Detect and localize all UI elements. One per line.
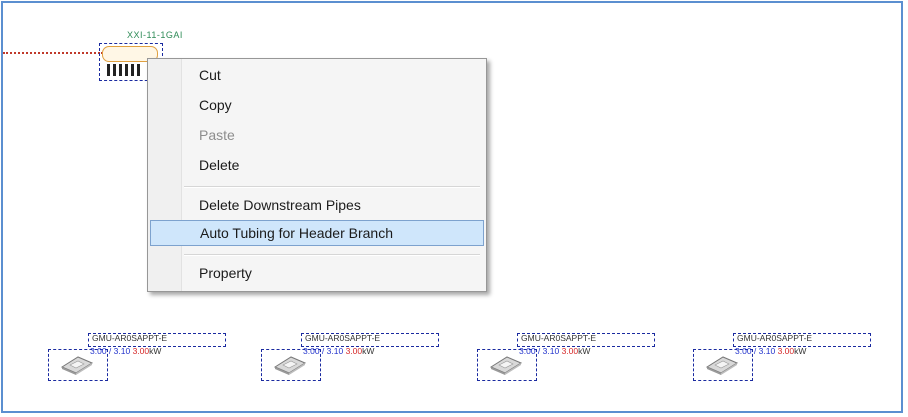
- menu-item-paste: Paste: [199, 127, 235, 143]
- unit-capacity: 3.00 / 3.10 3.00kW: [735, 346, 807, 356]
- unit-capacity: 3.00 / 3.10 3.00kW: [303, 346, 375, 356]
- indoor-unit[interactable]: GMU-AR0SAPPT-E 3.00 / 3.10 3.00kW: [48, 333, 238, 383]
- menu-item-delete-downstream-pipes[interactable]: Delete Downstream Pipes: [150, 192, 484, 218]
- menu-item-property[interactable]: Property: [150, 260, 484, 286]
- unit-model: GMU-AR0SAPPT-E: [521, 333, 597, 343]
- unit-model: GMU-AR0SAPPT-E: [92, 333, 168, 343]
- context-menu: Cut Copy Paste Delete Delete Downstream …: [147, 58, 487, 292]
- menu-separator: [184, 186, 480, 188]
- unit-model: GMU-AR0SAPPT-E: [305, 333, 381, 343]
- unit-capacity: 3.00 / 3.10 3.00kW: [519, 346, 591, 356]
- cassette-ac-icon: [705, 356, 739, 375]
- menu-separator: [184, 254, 480, 256]
- indoor-unit[interactable]: GMU-AR0SAPPT-E 3.00 / 3.10 3.00kW: [261, 333, 451, 383]
- cassette-ac-icon: [489, 356, 523, 375]
- cassette-ac-icon: [273, 356, 307, 375]
- indoor-unit[interactable]: GMU-AR0SAPPT-E 3.00 / 3.10 3.00kW: [693, 333, 883, 383]
- header-branch-ports: [107, 64, 147, 76]
- unit-model: GMU-AR0SAPPT-E: [737, 333, 813, 343]
- refrigerant-pipe[interactable]: [3, 52, 103, 54]
- menu-item-cut[interactable]: Cut: [150, 62, 484, 88]
- menu-item-delete[interactable]: Delete: [150, 152, 484, 178]
- header-branch-label: XXI-11-1GAI: [127, 30, 183, 40]
- unit-capacity: 3.00 / 3.10 3.00kW: [90, 346, 162, 356]
- menu-item-auto-tubing-header-branch[interactable]: Auto Tubing for Header Branch: [150, 220, 484, 246]
- indoor-unit[interactable]: GMU-AR0SAPPT-E 3.00 / 3.10 3.00kW: [477, 333, 667, 383]
- cassette-ac-icon: [60, 356, 94, 375]
- menu-item-copy[interactable]: Copy: [150, 92, 484, 118]
